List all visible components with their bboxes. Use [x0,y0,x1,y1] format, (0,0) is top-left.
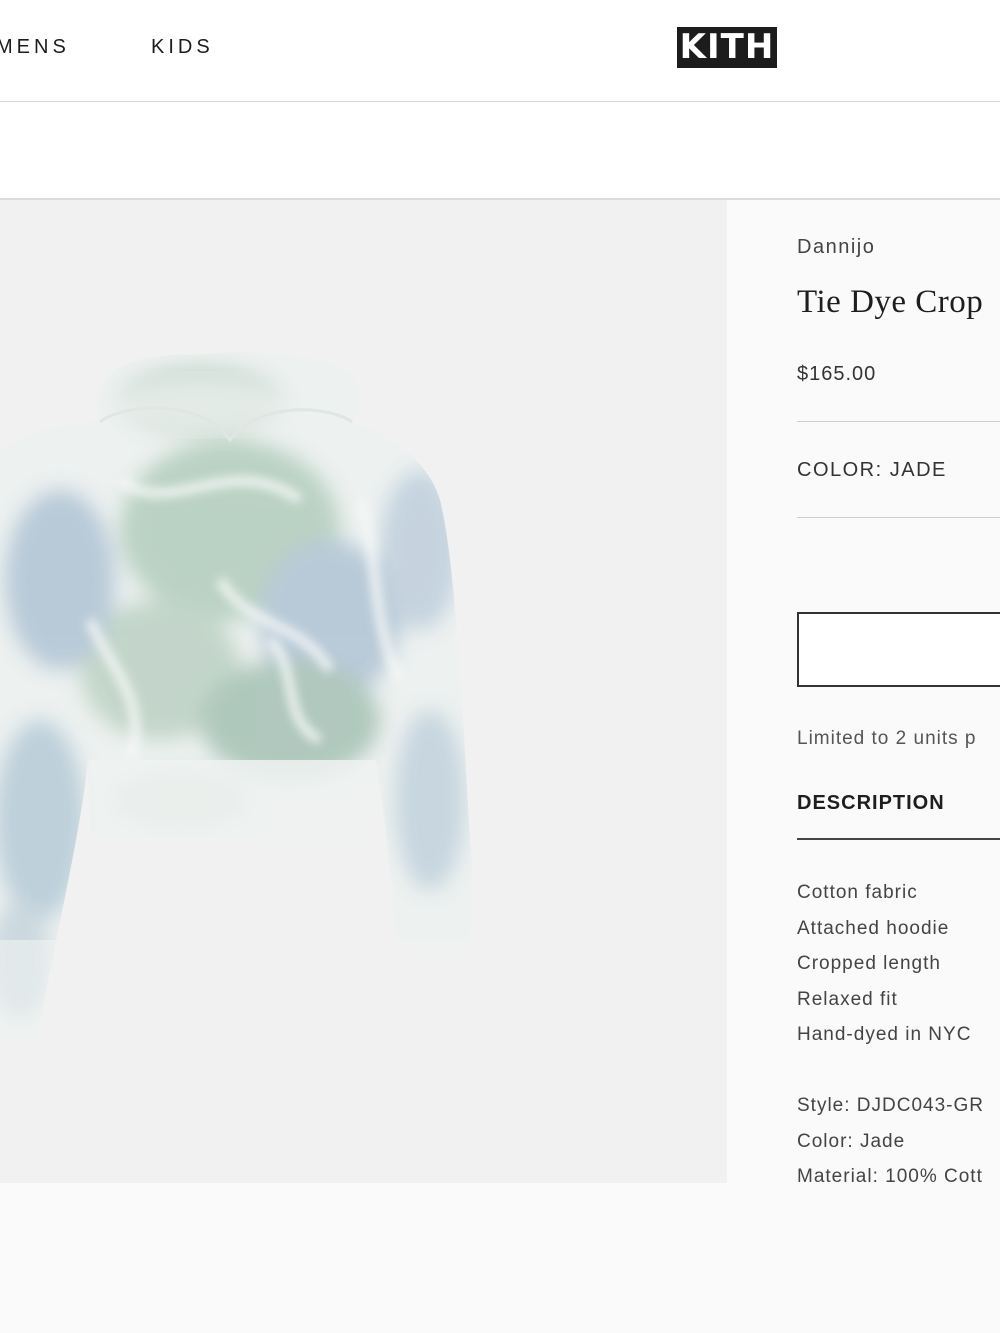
product-title: Tie Dye Crop [797,284,984,320]
spec-style: Style: DJDC043-GR [797,1095,984,1116]
description-heading[interactable]: DESCRIPTION [797,792,945,815]
nav-link-kids[interactable]: KIDS [151,36,214,59]
spec-list: Style: DJDC043-GR Color: Jade Material: … [797,1093,984,1200]
divider [797,421,1000,422]
size-select-button[interactable] [797,612,1000,687]
sub-header-bar [0,102,1000,200]
description-list: Cotton fabric Attached hoodie Cropped le… [797,880,971,1058]
purchase-limit-note: Limited to 2 units p [797,728,977,749]
kith-logo[interactable]: KITH [677,27,777,68]
description-item: Attached hoodie [797,917,950,939]
product-info-panel: Dannijo Tie Dye Crop $165.00 COLOR: JADE… [797,200,1000,1200]
top-navigation: MENS KIDS KITH [0,0,1000,102]
product-image-gallery [0,200,727,1183]
spec-color: Color: Jade [797,1130,906,1152]
spec-material: Material: 100% Cott [797,1166,983,1187]
description-item: Cotton fabric [797,882,918,903]
product-color-label: COLOR: JADE [797,459,947,481]
description-item: Hand-dyed in NYC [797,1024,972,1045]
product-image-tie-dye-hoodie[interactable] [0,200,727,1183]
description-item: Relaxed fit [797,988,898,1010]
product-brand[interactable]: Dannijo [797,236,875,259]
description-divider [797,838,1000,840]
divider [797,517,1000,518]
product-price: $165.00 [797,363,877,385]
nav-link-mens[interactable]: MENS [0,36,70,59]
description-item: Cropped length [797,953,941,974]
